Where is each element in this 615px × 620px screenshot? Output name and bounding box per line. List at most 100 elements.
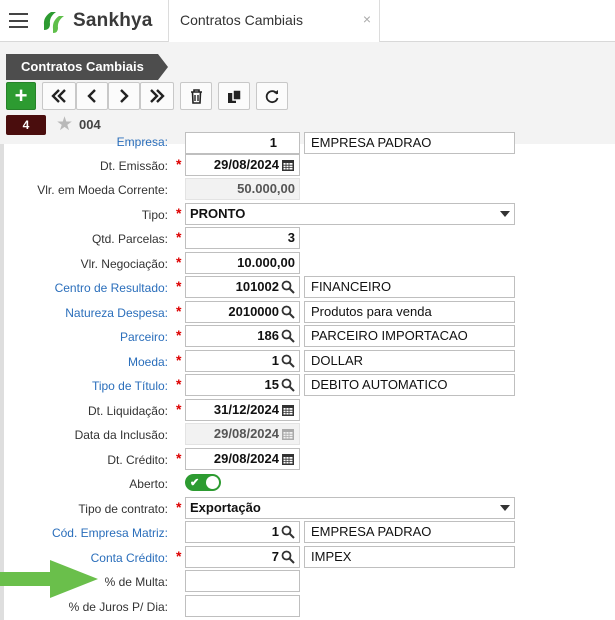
- breadcrumb: Contratos Cambiais: [6, 54, 168, 80]
- tipo-contrato-select[interactable]: Exportação: [185, 497, 515, 519]
- required-marker: *: [176, 548, 182, 564]
- search-icon[interactable]: [281, 378, 295, 392]
- add-button[interactable]: +: [6, 82, 36, 110]
- toggle-knob: [206, 476, 219, 489]
- required-marker: *: [176, 499, 182, 515]
- label-dt-credito: Dt. Crédito:: [107, 453, 168, 467]
- label-dt-liquidacao: Dt. Liquidação:: [87, 404, 168, 418]
- tab-contratos-cambiais[interactable]: Contratos Cambiais ×: [168, 0, 380, 42]
- required-marker: *: [176, 278, 182, 294]
- search-icon[interactable]: [281, 525, 295, 539]
- double-chevron-left-icon: [51, 89, 66, 103]
- centro-resultado-code-field[interactable]: 101002: [185, 276, 300, 298]
- refresh-button[interactable]: [256, 82, 288, 110]
- chevron-down-icon: [500, 211, 510, 217]
- dt-emissao-field[interactable]: 29/08/2024: [185, 154, 300, 176]
- moeda-code-field[interactable]: 1: [185, 350, 300, 372]
- label-tipo: Tipo:: [141, 208, 168, 222]
- label-empresa: Empresa:: [116, 135, 168, 149]
- label-vlr-negociacao: Vlr. Negociação:: [80, 257, 168, 271]
- menu-icon[interactable]: [9, 13, 28, 28]
- label-data-inclusao: Data da Inclusão:: [74, 428, 168, 442]
- calendar-icon: [282, 429, 294, 440]
- label-empresa-matriz[interactable]: Cód. Empresa Matriz:: [52, 526, 168, 540]
- natureza-desc-field: Produtos para venda: [304, 301, 515, 323]
- calendar-icon[interactable]: [281, 452, 295, 466]
- refresh-icon: [265, 90, 279, 104]
- sankhya-logo-icon: [43, 12, 64, 33]
- record-count-badge: 4: [6, 115, 46, 135]
- search-icon[interactable]: [281, 354, 295, 368]
- chevron-down-icon: [500, 505, 510, 511]
- record-id: 004: [79, 117, 101, 132]
- required-marker: *: [176, 254, 182, 270]
- search-icon[interactable]: [281, 305, 295, 319]
- tipo-titulo-desc-field: DEBITO AUTOMATICO: [304, 374, 515, 396]
- vlr-moeda-corrente-field: 50.000,00: [185, 178, 300, 200]
- trash-icon: [190, 88, 202, 104]
- search-icon[interactable]: [281, 550, 295, 564]
- brand-name: Sankhya: [73, 10, 153, 31]
- search-icon[interactable]: [281, 280, 295, 294]
- required-marker: *: [176, 156, 182, 172]
- search-icon[interactable]: [281, 329, 295, 343]
- label-juros-dia: % de Juros P/ Dia:: [68, 600, 168, 614]
- label-conta-credito[interactable]: Conta Crédito:: [91, 551, 168, 565]
- first-record-button[interactable]: [42, 82, 76, 110]
- close-icon[interactable]: ×: [363, 11, 371, 27]
- tipo-titulo-code-field[interactable]: 15: [185, 374, 300, 396]
- juros-dia-field[interactable]: [185, 595, 300, 617]
- label-natureza-despesa[interactable]: Natureza Despesa:: [65, 306, 168, 320]
- empresa-matriz-code-field[interactable]: 1: [185, 521, 300, 543]
- centro-resultado-desc-field: FINANCEIRO: [304, 276, 515, 298]
- highlight-arrow-icon: [0, 560, 98, 598]
- favorite-star-icon[interactable]: ★: [56, 113, 73, 136]
- label-centro-resultado[interactable]: Centro de Resultado:: [55, 281, 168, 295]
- empresa-desc-field: EMPRESA PADRAO: [304, 132, 515, 154]
- top-bar: Sankhya Contratos Cambiais ×: [0, 0, 615, 42]
- next-record-button[interactable]: [108, 82, 140, 110]
- required-marker: *: [176, 205, 182, 221]
- chevron-right-icon: [120, 89, 129, 103]
- label-moeda[interactable]: Moeda:: [128, 355, 168, 369]
- empresa-code-field[interactable]: 1: [185, 132, 300, 154]
- dt-credito-field[interactable]: 29/08/2024: [185, 448, 300, 470]
- required-marker: *: [176, 327, 182, 343]
- label-parceiro[interactable]: Parceiro:: [120, 330, 168, 344]
- toolbar: Contratos Cambiais + 4 ★ 004: [0, 42, 615, 144]
- label-multa: % de Multa:: [104, 575, 168, 589]
- chevron-left-icon: [87, 89, 96, 103]
- required-marker: *: [176, 352, 182, 368]
- duplicate-button[interactable]: [218, 82, 250, 110]
- last-record-button[interactable]: [140, 82, 174, 110]
- label-tipo-titulo[interactable]: Tipo de Título:: [92, 379, 168, 393]
- conta-credito-desc-field: IMPEX: [304, 546, 515, 568]
- required-marker: *: [176, 303, 182, 319]
- check-icon: ✔: [190, 477, 200, 489]
- conta-credito-code-field[interactable]: 7: [185, 546, 300, 568]
- tipo-select[interactable]: PRONTO: [185, 203, 515, 225]
- calendar-icon[interactable]: [281, 158, 295, 172]
- calendar-icon[interactable]: [281, 403, 295, 417]
- parceiro-desc-field: PARCEIRO IMPORTACAO: [304, 325, 515, 347]
- label-qtd-parcelas: Qtd. Parcelas:: [91, 232, 168, 246]
- label-tipo-contrato: Tipo de contrato:: [78, 502, 168, 516]
- moeda-desc-field: DOLLAR: [304, 350, 515, 372]
- natureza-code-field[interactable]: 2010000: [185, 301, 300, 323]
- label-dt-emissao: Dt. Emissão:: [99, 159, 168, 173]
- brand-logo: Sankhya: [40, 8, 153, 34]
- copy-icon: [227, 88, 242, 103]
- aberto-toggle[interactable]: ✔: [185, 474, 221, 491]
- qtd-parcelas-field[interactable]: 3: [185, 227, 300, 249]
- label-vlr-moeda-corrente: Vlr. em Moeda Corrente:: [37, 183, 168, 197]
- required-marker: *: [176, 450, 182, 466]
- required-marker: *: [176, 401, 182, 417]
- dt-liquidacao-field[interactable]: 31/12/2024: [185, 399, 300, 421]
- tab-title: Contratos Cambiais: [180, 12, 303, 28]
- empresa-matriz-desc-field: EMPRESA PADRAO: [304, 521, 515, 543]
- previous-record-button[interactable]: [76, 82, 108, 110]
- vlr-negociacao-field[interactable]: 10.000,00: [185, 252, 300, 274]
- delete-button[interactable]: [180, 82, 212, 110]
- parceiro-code-field[interactable]: 186: [185, 325, 300, 347]
- multa-field[interactable]: [185, 570, 300, 592]
